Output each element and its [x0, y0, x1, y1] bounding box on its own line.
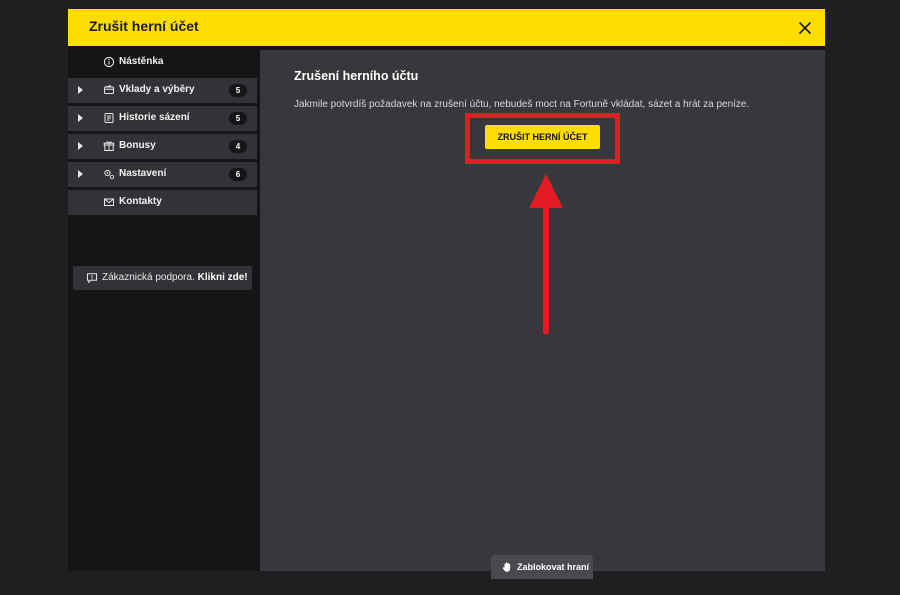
support-link[interactable]: Klikni zde! [198, 272, 248, 283]
sidebar-item-label: Nástěnka [119, 56, 164, 67]
block-gambling-label: Zablokovat hraní [517, 562, 590, 572]
chevron-right-icon [78, 86, 83, 94]
sidebar-item-label: Nastavení [119, 168, 167, 179]
annotation-arrow-shaft [543, 204, 549, 334]
sidebar-item-label: Historie sázení [119, 112, 190, 123]
wallet-icon [103, 84, 115, 96]
settings-icon [103, 168, 115, 180]
page-title: Zrušení herního účtu [294, 69, 419, 83]
sidebar-item-dashboard[interactable]: Nástěnka [68, 50, 257, 75]
sidebar-item-bonuses[interactable]: Bonusy 4 [68, 134, 257, 159]
chat-alert-icon [86, 272, 98, 284]
sidebar-item-deposits[interactable]: Vklady a výběry 5 [68, 78, 257, 103]
page-description: Jakmile potvrdíš požadavek na zrušení úč… [294, 99, 750, 110]
count-badge: 5 [229, 112, 247, 125]
customer-support-link[interactable]: Zákaznická podpora. Klikni zde! [73, 266, 252, 290]
main-content: Zrušení herního účtu Jakmile potvrdíš po… [260, 50, 825, 579]
ticket-icon [103, 112, 115, 124]
sidebar-item-label: Kontakty [119, 196, 162, 207]
cancel-account-modal: Zrušit herní účet Nástěnka Vklady a výbě… [68, 9, 825, 579]
sidebar-item-settings[interactable]: Nastavení 6 [68, 162, 257, 187]
hand-stop-icon [501, 561, 513, 573]
gift-icon [103, 140, 115, 152]
chevron-right-icon [78, 114, 83, 122]
support-text: Zákaznická podpora. Klikni zde! [102, 272, 248, 283]
sidebar-item-bet-history[interactable]: Historie sázení 5 [68, 106, 257, 131]
count-badge: 6 [229, 168, 247, 181]
count-badge: 4 [229, 140, 247, 153]
modal-title: Zrušit herní účet [89, 18, 199, 34]
chevron-right-icon [78, 170, 83, 178]
count-badge: 5 [229, 84, 247, 97]
chevron-right-icon [78, 142, 83, 150]
sidebar-item-label: Vklady a výběry [119, 84, 195, 95]
envelope-icon [103, 196, 115, 208]
info-icon [103, 56, 115, 68]
sidebar: Nástěnka Vklady a výběry 5 Historie sáze… [68, 50, 258, 571]
modal-header: Zrušit herní účet [68, 9, 825, 46]
arrow-up-icon [529, 174, 563, 208]
close-button[interactable] [795, 18, 815, 38]
highlight-box [465, 113, 620, 164]
block-gambling-button[interactable]: Zablokovat hraní [491, 555, 593, 579]
sidebar-item-contacts[interactable]: Kontakty [68, 190, 257, 215]
sidebar-item-label: Bonusy [119, 140, 156, 151]
close-icon [795, 18, 815, 38]
